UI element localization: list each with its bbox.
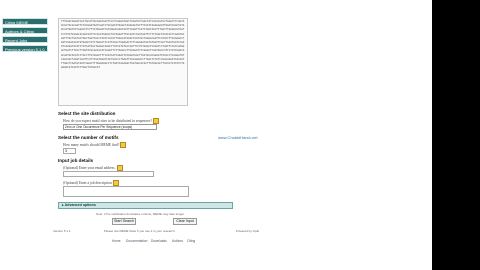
citation-note: Please cite MEME Suite if you use it in …: [104, 229, 176, 233]
version-label: Version 5.1.1: [53, 229, 71, 233]
motif-count-heading: Select the number of motifs: [58, 135, 119, 140]
advanced-options-toggle[interactable]: ▸ Advanced options: [58, 202, 233, 209]
footer-link-home[interactable]: Home: [112, 239, 121, 243]
sidebar-item-authors[interactable]: Authors & Citing: [2, 27, 48, 34]
start-search-button[interactable]: Start Search: [112, 218, 136, 225]
help-icon[interactable]: [120, 142, 127, 148]
email-input[interactable]: [63, 171, 154, 177]
job-details-heading: Input job details: [58, 158, 94, 163]
runtime-note: Note: if the verification dominates runt…: [96, 212, 185, 216]
watermark-text: www.ChubbiHarsh.net: [218, 135, 258, 140]
description-input[interactable]: [63, 186, 189, 197]
sequence-textarea[interactable]: TTTGGACAGGGTCACTGCGTTACAAGCGATTCCCTCAGGG…: [58, 18, 188, 106]
site-distribution-heading: Select the site distribution: [58, 111, 116, 116]
footer-link-documentation[interactable]: Documentation: [126, 239, 147, 243]
sidebar-item-citing-meme[interactable]: Citing MEME: [2, 18, 48, 25]
site-distribution-select[interactable]: Zero or One Occurrence Per Sequence (zoo…: [63, 124, 157, 130]
footer-link-downloads[interactable]: Downloads: [151, 239, 167, 243]
browser-page: Citing MEME Authors & Citing Recent Jobs…: [0, 0, 480, 270]
clear-input-button[interactable]: Clear Input: [173, 218, 197, 225]
footer-link-cite[interactable]: Citing: [187, 239, 195, 243]
footer-link-authors[interactable]: Authors: [172, 239, 183, 243]
powered-by: Powered by Opal: [236, 229, 260, 233]
motif-count-input[interactable]: 3: [63, 148, 76, 154]
sidebar-item-previous-version[interactable]: Previous version 5.1.0: [2, 45, 48, 52]
sidebar-item-recent-jobs[interactable]: Recent Jobs: [2, 36, 48, 43]
black-border: [432, 0, 480, 270]
